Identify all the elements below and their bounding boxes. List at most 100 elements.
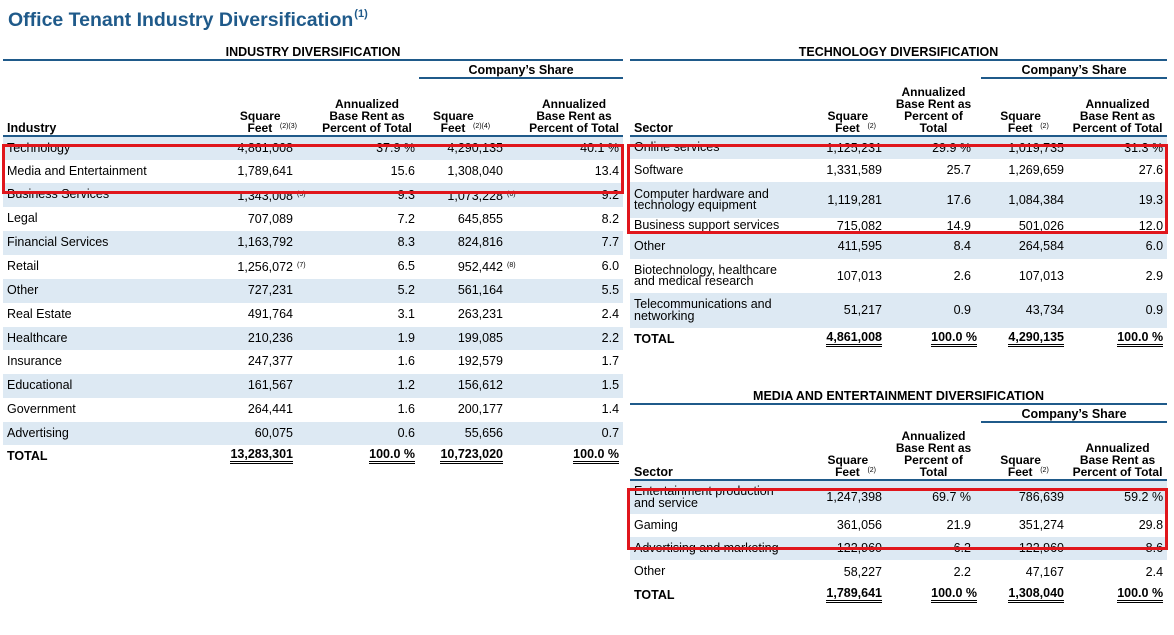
row-share-sqft: 1,269,659 [1008, 163, 1064, 177]
footnote-ref: (6) [507, 190, 516, 198]
row-sqft: 60,075 [203, 421, 315, 445]
row-pct: 15.6 [390, 163, 415, 178]
page-title: Office Tenant Industry Diversification(1… [8, 7, 368, 32]
row-share-sqft: 645,855 [457, 211, 503, 226]
row-label: Online services [630, 136, 800, 159]
row-sqft: 4,861,008 [203, 136, 315, 160]
industry-header-share-pct: Annualized Base Rent as Percent of Total [529, 97, 619, 135]
row-share-pct: 13.4 [594, 163, 620, 178]
industry-table-row: Real Estate 491,764 3.1 263,231 2.4 [3, 303, 623, 327]
media-total-share-pct: 100.0 % [1117, 587, 1164, 603]
row-share-sqft: 122,960 [981, 537, 1068, 560]
row-share-sqft: 192,579 [457, 354, 503, 369]
row-share-sqft: 786,639 [981, 480, 1068, 514]
industry-table-row: Legal 707,089 7.2 645,855 8.2 [3, 207, 623, 231]
row-pct: 1.9 [315, 326, 419, 350]
row-pct: 25.7 [946, 163, 971, 177]
industry-table-row: Advertising 60,075 0.6 55,656 0.7 [3, 421, 624, 445]
row-share-pct: 2.4 [601, 307, 620, 321]
technology-header-pct: Annualized Base Rent as Percent of Total [895, 85, 972, 135]
row-sqft: 1,256,072 (7) [203, 255, 315, 279]
row-sqft: 727,231 [203, 278, 315, 303]
row-share-pct: 2.2 [525, 326, 624, 350]
row-pct: 1.6 [397, 402, 415, 416]
industry-table-row: Healthcare 210,236 1.9 199,085 2.2 [3, 326, 624, 350]
row-sqft: 264,441 [247, 402, 293, 416]
row-share-pct: 29.8 [1138, 518, 1164, 532]
media-table-row: Entertainment production and service 1,24… [630, 480, 1168, 514]
row-share-pct: 5.5 [525, 278, 624, 303]
row-pct: 8.3 [315, 231, 419, 255]
row-pct: 9.3 [315, 183, 419, 207]
technology-total-row: TOTAL 4,861,008 100.0 % 4,290,135 100.0 … [630, 328, 1167, 350]
row-share-pct: 2.4 [1145, 564, 1164, 579]
row-pct: 1.2 [315, 373, 419, 398]
row-sqft: 491,764 [247, 307, 293, 321]
technology-company-share-label: Company’s Share [981, 60, 1168, 79]
row-pct: 0.9 [886, 293, 981, 328]
technology-table-row: Other 411,595 8.4 264,584 6.0 [630, 234, 1168, 259]
technology-total-pct: 100.0 % [931, 331, 977, 347]
row-label: Real Estate [7, 306, 72, 321]
row-label: Entertainment production and service [630, 480, 800, 514]
technology-table-row: Online services 1,125,231 29.9 % 1,019,735 3… [630, 136, 1168, 159]
row-share-sqft: 501,026 [1018, 218, 1064, 233]
industry-table-row: Educational 161,567 1.2 156,612 1.5 [3, 373, 624, 398]
row-share-sqft: 1,073,228 (6) [419, 183, 525, 207]
row-pct: 37.9 % [315, 136, 419, 160]
row-share-pct: 40.1 % [525, 136, 624, 160]
row-pct: 2.2 [953, 564, 971, 579]
row-sqft: 122,960 [800, 537, 886, 560]
row-pct: 29.9 % [886, 136, 981, 159]
technology-total-label: TOTAL [634, 331, 675, 346]
media-total-row: TOTAL 1,789,641 100.0 % 1,308,040 100.0 … [630, 584, 1167, 606]
row-sqft: 247,377 [247, 354, 293, 369]
row-label: Government [7, 401, 76, 416]
industry-table-row: Government 264,441 1.6 200,177 1.4 [3, 398, 623, 422]
row-pct: 6.5 [397, 259, 415, 273]
row-sqft: 1,119,281 [800, 182, 886, 218]
row-label: Healthcare [3, 326, 203, 350]
row-pct: 14.9 [946, 218, 971, 233]
row-label: Biotechnology, healthcare and medical re… [634, 262, 777, 288]
industry-header-share-sqft: Square Feet (2)(4) [433, 109, 491, 135]
row-sqft: 715,082 [836, 218, 882, 233]
row-share-sqft: 561,164 [419, 278, 525, 303]
row-label: Business support services [634, 218, 780, 233]
row-share-sqft: 107,013 [1018, 268, 1064, 283]
industry-table-row: Business Services 1,343,008 (5) 9.3 1,073,22… [3, 183, 624, 207]
technology-table-row: Software 1,331,589 25.7 1,269,659 27.6 [630, 159, 1167, 182]
row-share-pct: 0.9 [1068, 293, 1168, 328]
row-pct: 0.6 [315, 421, 419, 445]
row-share-pct: 9.2 [525, 183, 624, 207]
industry-header-sqft: Square Feet (2)(3) [239, 109, 297, 135]
media-header-label: Sector [634, 465, 673, 479]
technology-table-row: Biotechnology, healthcare and medical re… [630, 259, 1167, 293]
media-header-sqft: Square Feet (2) [827, 453, 876, 479]
row-label: Computer hardware and technology equipme… [630, 182, 800, 218]
row-sqft: 707,089 [247, 211, 293, 226]
row-pct: 1.6 [397, 354, 415, 369]
row-share-pct: 0.7 [525, 421, 624, 445]
row-pct: 3.1 [397, 307, 415, 321]
row-sqft: 107,013 [836, 268, 882, 283]
row-sqft: 58,227 [843, 564, 882, 579]
industry-table-row: Insurance 247,377 1.6 192,579 1.7 [3, 350, 623, 374]
technology-total-share-sqft: 4,290,135 [1008, 331, 1064, 347]
industry-header-label: Industry [7, 121, 57, 135]
media-total-pct: 100.0 % [931, 587, 977, 603]
row-share-sqft: 351,274 [1018, 518, 1064, 532]
row-sqft: 1,247,398 [800, 480, 886, 514]
technology-band-title: TECHNOLOGY DIVERSIFICATION [630, 44, 1168, 61]
row-label: Other [630, 234, 800, 259]
technology-table-row: Computer hardware and technology equipme… [630, 182, 1168, 218]
technology-table-row: Telecommunications and networking 51,217 0… [630, 293, 1168, 328]
row-sqft: 1,331,589 [826, 163, 882, 177]
technology-header-sqft: Square Feet (2) [827, 109, 876, 135]
row-label: Retail [7, 258, 39, 273]
technology-header-label: Sector [634, 121, 673, 135]
row-share-sqft: 43,734 [981, 293, 1068, 328]
row-share-pct: 1.7 [601, 354, 620, 369]
industry-diversification-table: INDUSTRY DIVERSIFICATION Company’s Share… [3, 44, 624, 467]
industry-table-row: Technology 4,861,008 37.9 % 4,290,135 40.1 % [3, 136, 624, 160]
